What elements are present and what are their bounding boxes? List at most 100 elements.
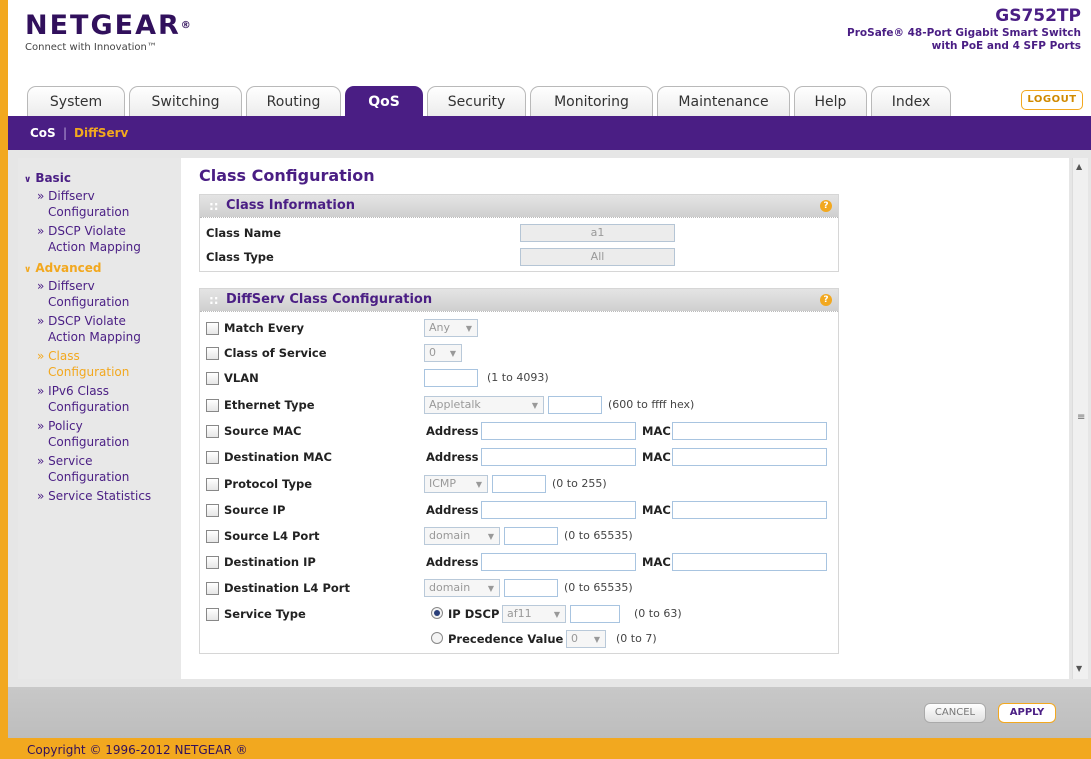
sidebar-item-adv-dscp[interactable]: » DSCP Violate Action Mapping <box>18 313 181 345</box>
model-name: GS752TP <box>995 6 1081 26</box>
brand-mark: ® <box>180 20 191 31</box>
src-mac-checkbox[interactable] <box>206 424 219 438</box>
cos-checkbox[interactable] <box>206 346 219 360</box>
scroll-up-icon[interactable]: ▲ <box>1076 162 1082 171</box>
tab-maintenance[interactable]: Maintenance <box>657 86 790 116</box>
match-every-checkbox[interactable] <box>206 321 219 335</box>
precedence-select: 0 ▼ <box>566 630 606 648</box>
page-title: Class Configuration <box>199 166 375 185</box>
tab-security[interactable]: Security <box>427 86 526 116</box>
src-ip-address-input[interactable] <box>481 501 636 519</box>
sidebar-item-adv-diffserv[interactable]: » Diffserv Configuration <box>18 278 181 310</box>
vertical-scrollbar[interactable]: ▲ ≡ ▼ <box>1072 158 1088 679</box>
dst-l4-row: Destination L4 Port <box>206 578 350 598</box>
sidebar-item-basic-dscp[interactable]: » DSCP Violate Action Mapping <box>18 223 181 255</box>
class-info-header: :: Class Information ? <box>200 195 838 217</box>
model-desc-2: with PoE and 4 SFP Ports <box>931 40 1081 52</box>
src-l4-select: domain ▼ <box>424 527 500 545</box>
precedence-radio[interactable] <box>431 632 443 644</box>
chevron-down-icon: ▼ <box>531 401 538 410</box>
dst-ip-mask-input[interactable] <box>672 553 827 571</box>
ip-dscp-input[interactable] <box>570 605 620 623</box>
chevron-down-icon: ▼ <box>593 635 600 644</box>
sidebar-item-service-stats[interactable]: » Service Statistics <box>18 488 181 504</box>
service-type-checkbox[interactable] <box>206 607 219 621</box>
src-ip-address-label: Address <box>426 503 479 517</box>
sidebar-item-class-config[interactable]: » Class Configuration <box>18 348 181 380</box>
dst-ip-address-input[interactable] <box>481 553 636 571</box>
src-l4-checkbox[interactable] <box>206 529 219 543</box>
chevron-down-icon: ▼ <box>487 532 494 541</box>
sidebar-item-service[interactable]: » Service Configuration <box>18 453 181 485</box>
dst-mac-checkbox[interactable] <box>206 450 219 464</box>
protocol-input[interactable] <box>492 475 546 493</box>
src-l4-range-note: (0 to 65535) <box>564 529 633 542</box>
cancel-button[interactable]: CANCEL <box>924 703 986 723</box>
subnav-diffserv[interactable]: DiffServ <box>74 126 128 140</box>
vlan-checkbox[interactable] <box>206 371 219 385</box>
sidebar-item-ipv6-class[interactable]: » IPv6 Class Configuration <box>18 383 181 415</box>
ip-dscp-select: af11 ▼ <box>502 605 566 623</box>
dst-ip-address-label: Address <box>426 555 479 569</box>
content-inner: ∨ Basic » Diffserv Configuration » DSCP Vi… <box>18 158 1069 679</box>
ip-dscp-radio[interactable] <box>431 607 443 619</box>
apply-button[interactable]: APPLY <box>998 703 1056 723</box>
eth-type-select: Appletalk ▼ <box>424 396 544 414</box>
tab-monitoring[interactable]: Monitoring <box>530 86 653 116</box>
logout-button[interactable]: LOGOUT <box>1021 90 1083 110</box>
dst-ip-checkbox[interactable] <box>206 555 219 569</box>
dst-mac-address-input[interactable] <box>481 448 636 466</box>
scroll-grip-icon[interactable]: ≡ <box>1077 412 1085 423</box>
vlan-input[interactable] <box>424 369 478 387</box>
tab-index[interactable]: Index <box>871 86 951 116</box>
chevron-down-icon: ▼ <box>475 480 482 489</box>
eth-type-checkbox[interactable] <box>206 398 219 412</box>
chevron-down-icon: ▼ <box>465 324 472 333</box>
tab-system[interactable]: System <box>27 86 125 116</box>
app-frame: NETGEAR® Connect with Innovation™ GS752T… <box>8 0 1091 759</box>
tab-qos[interactable]: QoS <box>345 86 423 116</box>
grip-icon: :: <box>209 293 219 307</box>
sidebar-section-advanced[interactable]: ∨ Advanced <box>18 258 181 278</box>
dst-ip-row: Destination IP <box>206 552 316 572</box>
dst-l4-input[interactable] <box>504 579 558 597</box>
model-info: GS752TP ProSafe® 48-Port Gigabit Smart S… <box>847 6 1081 53</box>
class-type-field: All <box>520 248 675 266</box>
sidebar-item-basic-diffserv[interactable]: » Diffserv Configuration <box>18 188 181 220</box>
src-ip-mask-input[interactable] <box>672 501 827 519</box>
content-area: ∨ Basic » Diffserv Configuration » DSCP Vi… <box>8 150 1091 687</box>
sidebar-item-policy[interactable]: » Policy Configuration <box>18 418 181 450</box>
dst-mac-mask-input[interactable] <box>672 448 827 466</box>
model-desc-1: ProSafe® 48-Port Gigabit Smart Switch <box>847 27 1081 39</box>
dst-mac-row: Destination MAC <box>206 447 332 467</box>
src-l4-input[interactable] <box>504 527 558 545</box>
copyright-text: Copyright © 1996-2012 NETGEAR ® <box>27 743 248 757</box>
vlan-range-note: (1 to 4093) <box>487 371 549 384</box>
dst-l4-checkbox[interactable] <box>206 581 219 595</box>
class-name-field: a1 <box>520 224 675 242</box>
tab-switching[interactable]: Switching <box>129 86 242 116</box>
diffserv-class-header: :: DiffServ Class Configuration ? <box>200 289 838 311</box>
src-mac-address-label: Address <box>426 424 479 438</box>
protocol-checkbox[interactable] <box>206 477 219 491</box>
help-icon[interactable]: ? <box>820 200 832 212</box>
eth-type-input[interactable] <box>548 396 602 414</box>
header: NETGEAR® Connect with Innovation™ GS752T… <box>8 0 1091 86</box>
src-ip-checkbox[interactable] <box>206 503 219 517</box>
src-mac-mask-input[interactable] <box>672 422 827 440</box>
subnav-separator: | <box>63 126 68 140</box>
tab-help[interactable]: Help <box>794 86 867 116</box>
dst-l4-range-note: (0 to 65535) <box>564 581 633 594</box>
src-l4-row: Source L4 Port <box>206 526 320 546</box>
tab-routing[interactable]: Routing <box>246 86 341 116</box>
src-mac-row: Source MAC <box>206 421 301 441</box>
cos-row: Class of Service <box>206 343 327 363</box>
scroll-down-icon[interactable]: ▼ <box>1076 664 1082 673</box>
sidebar-section-basic[interactable]: ∨ Basic <box>18 168 181 188</box>
brand-name: NETGEAR <box>25 10 181 41</box>
protocol-range-note: (0 to 255) <box>552 477 607 490</box>
class-name-label: Class Name <box>206 226 282 240</box>
subnav-cos[interactable]: CoS <box>30 126 56 140</box>
src-mac-address-input[interactable] <box>481 422 636 440</box>
help-icon[interactable]: ? <box>820 294 832 306</box>
